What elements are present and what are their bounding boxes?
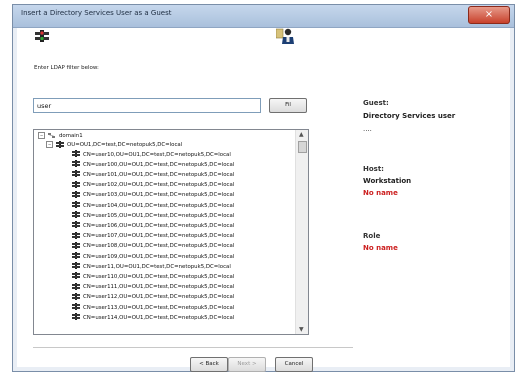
tree-user-item[interactable]: CN=user10,OU=OU1,DC=test,DC=netopuk5,DC=… [72,150,231,159]
user-node-icon [72,190,83,200]
host-name: No name [363,189,398,197]
filter-button[interactable]: Fil [269,98,307,113]
directory-tree[interactable]: − domain1 − OU=OU1,DC=test,DC=netopuk5,D… [33,129,309,335]
domain-icon [48,133,55,138]
tree-user-item[interactable]: CN=user105,OU=OU1,DC=test,DC=netopuk5,DC… [72,211,234,220]
scroll-up-icon[interactable]: ▲ [299,131,304,138]
tree-user-item[interactable]: CN=user112,OU=OU1,DC=test,DC=netopuk5,DC… [72,292,235,302]
user-node-icon [72,180,83,190]
title-bar[interactable]: Insert a Directory Services User as a Gu… [13,5,514,28]
tree-user-label: CN=user103,OU=OU1,DC=test,DC=netopuk5,DC… [83,192,235,199]
tree-node-domain[interactable]: − domain1 [38,131,83,140]
tree-user-item[interactable]: CN=user108,OU=OU1,DC=test,DC=netopuk5,DC… [72,241,235,251]
tree-user-item[interactable]: CN=user110,OU=OU1,DC=test,DC=netopuk5,DC… [72,272,234,281]
org-unit-icon [56,141,64,148]
user-node-icon [72,221,83,230]
user-node-icon [72,292,83,302]
tree-scrollbar[interactable]: ▲ ▼ [295,130,308,334]
tree-user-label: CN=user100,OU=OU1,DC=test,DC=netopuk5,DC… [83,161,235,168]
guest-value: Directory Services user [363,112,456,120]
tree-user-label: CN=user112,OU=OU1,DC=test,DC=netopuk5,DC… [83,294,235,301]
tree-user-label: CN=user113,OU=OU1,DC=test,DC=netopuk5,DC… [83,304,235,311]
close-icon: × [484,9,494,20]
user-node-icon [72,211,83,220]
user-node-icon [72,282,83,292]
tree-user-label: CN=user107,OU=OU1,DC=test,DC=netopuk5,DC… [83,233,235,240]
user-node-icon [72,170,83,179]
tree-user-label: CN=user111,OU=OU1,DC=test,DC=netopuk5,DC… [83,284,235,291]
collapse-icon[interactable]: − [46,141,53,148]
tree-user-label: CN=user108,OU=OU1,DC=test,DC=netopuk5,DC… [83,243,235,250]
tree-ou-label: OU=OU1,DC=test,DC=netopuk5,DC=local [67,141,183,148]
user-node-icon [72,272,83,281]
tree-user-item[interactable]: CN=user101,OU=OU1,DC=test,DC=netopuk5,DC… [72,170,234,179]
info-pane [353,28,510,367]
back-button[interactable]: < Back [190,357,228,372]
host-value: Workstation [363,177,412,185]
dialog-window: Insert a Directory Services User as a Gu… [12,4,515,372]
close-button[interactable]: × [468,6,510,24]
tree-user-item[interactable]: CN=user104,OU=OU1,DC=test,DC=netopuk5,DC… [72,201,234,210]
next-button[interactable]: Next > [228,357,266,372]
tree-user-item[interactable]: CN=user113,OU=OU1,DC=test,DC=netopuk5,DC… [72,303,234,312]
tree-user-label: CN=user106,OU=OU1,DC=test,DC=netopuk5,DC… [83,222,235,229]
tree-user-item[interactable]: CN=user100,OU=OU1,DC=test,DC=netopuk5,DC… [72,160,234,169]
user-node-icon [72,303,83,312]
user-node-icon [72,313,83,322]
tree-content: − domain1 − OU=OU1,DC=test,DC=netopuk5,D… [34,130,296,334]
user-node-icon [72,241,83,251]
scroll-down-icon[interactable]: ▼ [299,326,304,333]
tree-user-label: CN=user10,OU=OU1,DC=test,DC=netopuk5,DC=… [83,151,231,158]
user-node-icon [72,201,83,210]
tree-user-label: CN=user101,OU=OU1,DC=test,DC=netopuk5,DC… [83,171,235,178]
user-node-icon [72,252,83,261]
tree-domain-label: domain1 [59,132,83,139]
role-value: No name [363,244,398,252]
traffic-light-icon [35,30,49,42]
tree-user-item[interactable]: CN=user102,OU=OU1,DC=test,DC=netopuk5,DC… [72,180,235,190]
user-node-icon [72,160,83,169]
user-icon [276,28,294,44]
tree-user-label: CN=user105,OU=OU1,DC=test,DC=netopuk5,DC… [83,212,235,219]
tree-user-item[interactable]: CN=user107,OU=OU1,DC=test,DC=netopuk5,DC… [72,231,235,241]
ldap-filter-label: Enter LDAP filter below: [34,65,99,71]
tree-user-label: CN=user104,OU=OU1,DC=test,DC=netopuk5,DC… [83,202,235,209]
tree-user-item[interactable]: CN=user109,OU=OU1,DC=test,DC=netopuk5,DC… [72,252,234,261]
tree-user-label: CN=user102,OU=OU1,DC=test,DC=netopuk5,DC… [83,182,235,189]
window-title: Insert a Directory Services User as a Gu… [21,9,172,17]
ldap-filter-input[interactable] [33,98,261,113]
tree-user-label: CN=user114,OU=OU1,DC=test,DC=netopuk5,DC… [83,314,235,321]
tree-node-ou[interactable]: − OU=OU1,DC=test,DC=netopuk5,DC=local [46,140,182,149]
user-node-icon [72,262,83,271]
tree-user-label: CN=user110,OU=OU1,DC=test,DC=netopuk5,DC… [83,273,235,280]
tree-user-label: CN=user11,OU=OU1,DC=test,DC=netopuk5,DC=… [83,263,231,270]
tree-user-item[interactable]: CN=user103,OU=OU1,DC=test,DC=netopuk5,DC… [72,190,235,200]
collapse-icon[interactable]: − [38,132,45,139]
user-node-icon [72,150,83,159]
tree-user-item[interactable]: CN=user11,OU=OU1,DC=test,DC=netopuk5,DC=… [72,262,231,271]
user-node-icon [72,231,83,241]
guest-extra: .... [363,125,372,133]
guest-label: Guest: [363,99,389,107]
tree-user-item[interactable]: CN=user106,OU=OU1,DC=test,DC=netopuk5,DC… [72,221,234,230]
tree-user-item[interactable]: CN=user111,OU=OU1,DC=test,DC=netopuk5,DC… [72,282,235,292]
tree-user-item[interactable]: CN=user114,OU=OU1,DC=test,DC=netopuk5,DC… [72,313,234,322]
tree-user-label: CN=user109,OU=OU1,DC=test,DC=netopuk5,DC… [83,253,235,260]
scroll-thumb[interactable] [298,141,307,153]
role-label: Role [363,232,381,240]
cancel-button[interactable]: Cancel [275,357,313,372]
host-label: Host: [363,165,384,173]
footer-separator [33,347,353,348]
